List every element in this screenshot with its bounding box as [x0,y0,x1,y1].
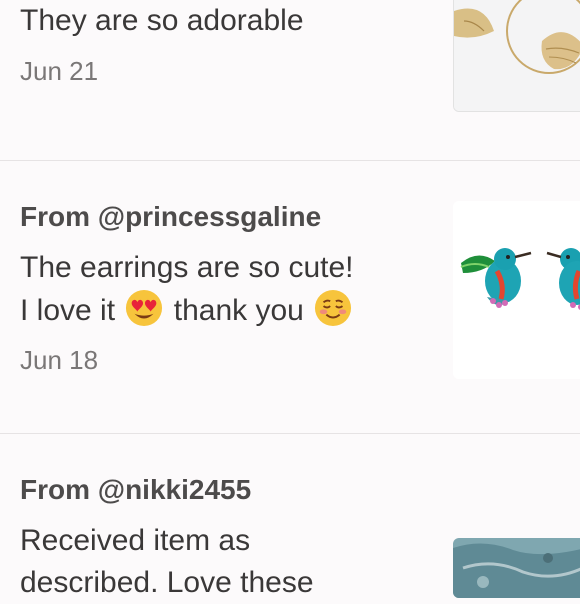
review-item: They are so adorable Jun 21 [0,0,580,160]
review-text-line: They are so adorable [20,4,304,37]
review-author[interactable]: From @princessgaline [20,201,321,233]
review-item: From @nikki2455 Received item as describ… [0,434,580,599]
review-text-line: The earrings are so cute! [20,251,354,284]
smiling-blush-emoji [315,289,352,327]
review-text: The earrings are so cute! I love it than… [20,247,440,332]
stone-jewelry-image [453,538,580,598]
review-text-segment: thank you [173,294,304,327]
review-author[interactable]: From @nikki2455 [20,474,251,506]
review-photo[interactable] [453,0,580,112]
review-text-line: Received item as [20,524,251,557]
review-text-segment: I love it [20,294,116,327]
review-text-line: described. Love these [20,566,314,599]
review-photo[interactable] [453,538,580,598]
review-date: Jun 21 [20,56,99,86]
hummingbird-earrings-image [453,201,580,379]
review-text: Received item as described. Love these [20,520,440,604]
gold-leaf-earrings-image [454,0,580,111]
review-text: They are so adorable [20,0,440,42]
heart-eyes-emoji [126,289,163,327]
review-item: From @princessgaline The earrings are so… [0,161,580,433]
review-date: Jun 18 [20,345,99,375]
review-text-line: I love it thank you [20,289,440,332]
review-photo[interactable] [453,201,580,379]
